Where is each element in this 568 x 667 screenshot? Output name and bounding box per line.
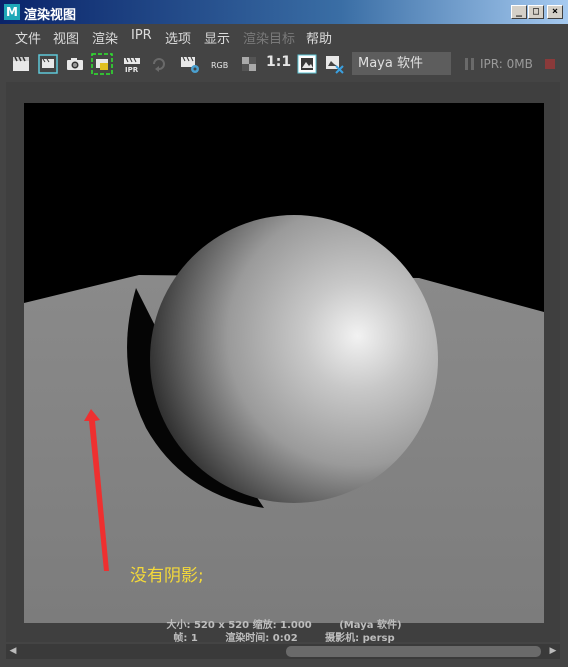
menu-render-target: 渲染目标 <box>243 32 296 47</box>
sphere <box>150 215 438 503</box>
menu-ipr[interactable]: IPR <box>131 28 152 43</box>
ipr-render-icon[interactable]: IPR <box>121 53 143 75</box>
real-size-button[interactable]: 1:1 <box>266 54 291 70</box>
menu-view[interactable]: 视图 <box>53 28 79 47</box>
alpha-channel-icon[interactable] <box>238 53 260 75</box>
maya-logo-icon: M <box>4 4 20 20</box>
menu-bar: 文件 视图 渲染 IPR 选项 显示 渲染目标 帮助 <box>0 24 568 48</box>
render-settings-icon[interactable] <box>179 53 201 75</box>
pause-icon[interactable] <box>459 53 481 75</box>
menu-display[interactable]: 显示 <box>204 28 230 47</box>
render-time: 渲染时间: 0:02 <box>225 633 298 644</box>
svg-text:IPR: IPR <box>125 66 139 74</box>
title-bar: M 渲染视图 _ □ × <box>0 0 568 24</box>
frame-number: 帧: 1 <box>173 633 198 644</box>
close-button[interactable]: × <box>547 5 563 19</box>
horizontal-scrollbar[interactable]: ◀ ▶ <box>6 644 560 659</box>
scroll-left-icon[interactable]: ◀ <box>8 646 18 657</box>
remove-image-icon[interactable] <box>323 53 345 75</box>
menu-render[interactable]: 渲染 <box>92 28 118 47</box>
camera-name: 摄影机: persp <box>325 633 395 644</box>
snapshot-camera-icon[interactable] <box>64 53 86 75</box>
ipr-memory-label: IPR: 0MB <box>480 57 533 71</box>
render-info-line-2: 帧: 1 渲染时间: 0:02 摄影机: persp <box>0 629 568 644</box>
maximize-button[interactable]: □ <box>528 5 544 19</box>
menu-help[interactable]: 帮助 <box>306 28 332 47</box>
region-render-icon[interactable] <box>37 53 59 75</box>
renderer-dropdown[interactable]: Maya 软件 <box>352 52 451 75</box>
render-image <box>24 103 544 623</box>
menu-options[interactable]: 选项 <box>165 28 191 47</box>
scrollbar-thumb[interactable] <box>286 646 541 657</box>
refresh-icon <box>148 53 170 75</box>
annotation-text: 没有阴影; <box>130 566 204 586</box>
menu-file[interactable]: 文件 <box>15 28 41 47</box>
window-title: 渲染视图 <box>24 8 77 23</box>
minimize-button[interactable]: _ <box>511 5 527 19</box>
scroll-right-icon[interactable]: ▶ <box>548 646 558 657</box>
render-region-highlight-icon[interactable] <box>91 53 113 75</box>
rgb-label: RGB <box>211 61 228 70</box>
clapper-icon[interactable] <box>10 53 32 75</box>
keep-image-icon[interactable] <box>296 53 318 75</box>
rgb-channel-icon[interactable]: RGB <box>210 53 232 75</box>
stop-icon[interactable] <box>539 53 561 75</box>
render-view-window: M 渲染视图 _ □ × 文件 视图 渲染 IPR 选项 显示 渲染目标 帮助 … <box>0 0 568 667</box>
